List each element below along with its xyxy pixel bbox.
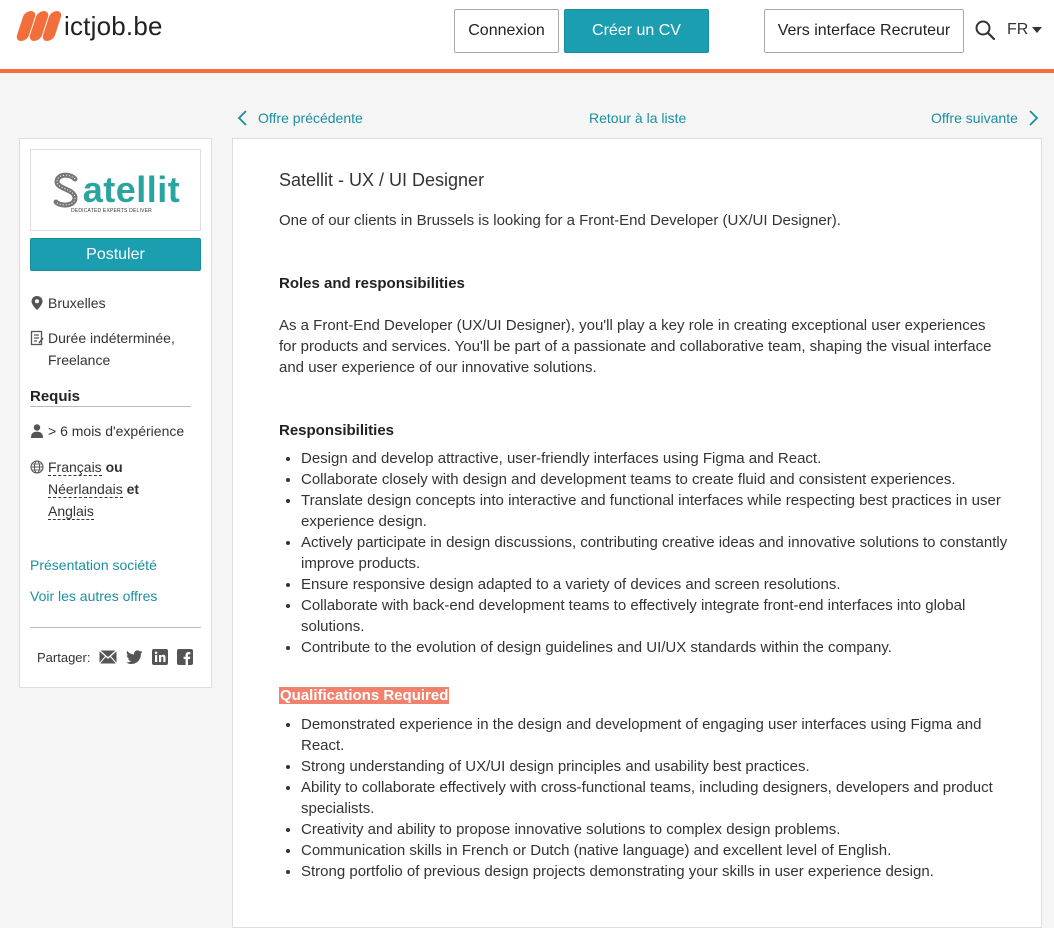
top-header: ictjob.be Connexion Créer un CV Vers int… bbox=[0, 0, 1054, 73]
language-english[interactable]: Anglais bbox=[48, 503, 94, 520]
list-item: Collaborate closely with design and deve… bbox=[301, 469, 1021, 490]
roles-text: As a Front-End Developer (UX/UI Designer… bbox=[279, 317, 992, 376]
list-item: Strong understanding of UX/UI design pri… bbox=[301, 756, 1021, 777]
contract-line-2: Freelance bbox=[48, 352, 111, 368]
language-french[interactable]: Français bbox=[48, 459, 102, 476]
linkedin-icon[interactable] bbox=[152, 649, 169, 665]
experience-text: > 6 mois d'expérience bbox=[48, 423, 185, 439]
next-offer-link[interactable]: Offre suivante bbox=[931, 110, 1040, 126]
contract-line-1: Durée indéterminée, bbox=[48, 330, 175, 346]
site-logo[interactable]: ictjob.be bbox=[15, 8, 163, 44]
list-item: Actively participate in design discussio… bbox=[301, 532, 1021, 574]
roles-heading: Roles and responsibilities bbox=[279, 275, 465, 292]
list-item: Contribute to the evolution of design gu… bbox=[301, 637, 1021, 658]
qualifications-list: Demonstrated experience in the design an… bbox=[279, 714, 1021, 882]
and-label: et bbox=[126, 481, 140, 497]
responsibilities-heading: Responsibilities bbox=[279, 422, 395, 439]
list-item: Creativity and ability to propose innova… bbox=[301, 819, 1021, 840]
location-text: Bruxelles bbox=[48, 295, 106, 311]
sidebar-divider bbox=[30, 627, 201, 628]
map-pin-icon bbox=[31, 296, 43, 310]
requirements-heading: Requis bbox=[30, 388, 191, 407]
job-title: Satellit - UX / UI Designer bbox=[279, 170, 485, 190]
other-offers-link[interactable]: Voir les autres offres bbox=[30, 588, 157, 604]
email-icon[interactable] bbox=[99, 650, 118, 664]
chevron-right-icon bbox=[1029, 110, 1039, 126]
languages-text: Français ou Néerlandais et Anglais bbox=[48, 456, 139, 522]
next-offer-label: Offre suivante bbox=[931, 110, 1018, 126]
logo-text: ictjob.be bbox=[64, 10, 163, 41]
company-logo-text: atellit bbox=[82, 169, 181, 210]
list-item: Collaborate with back-end development te… bbox=[301, 595, 1021, 637]
qualifications-heading: Qualifications Required bbox=[279, 687, 450, 704]
share-label: Partager: bbox=[37, 649, 91, 665]
list-item: Ability to collaborate effectively with … bbox=[301, 777, 1021, 819]
location-row: Bruxelles bbox=[30, 292, 106, 314]
languages-row: Français ou Néerlandais et Anglais bbox=[30, 456, 139, 522]
back-to-list-label: Retour à la liste bbox=[589, 110, 687, 126]
list-item: Strong portfolio of previous design proj… bbox=[301, 861, 1021, 882]
globe-icon bbox=[30, 460, 44, 474]
share-row: Partager: bbox=[37, 649, 194, 665]
contract-row: Durée indéterminée, Freelance bbox=[30, 327, 175, 371]
list-item: Communication skills in French or Dutch … bbox=[301, 840, 1021, 861]
login-button[interactable]: Connexion bbox=[454, 9, 559, 53]
responsibilities-list: Design and develop attractive, user-frie… bbox=[279, 448, 1021, 658]
twitter-icon[interactable] bbox=[126, 650, 143, 664]
list-item: Design and develop attractive, user-frie… bbox=[301, 448, 1021, 469]
job-intro: One of our clients in Brussels is lookin… bbox=[279, 212, 841, 229]
fingerprint-s-icon bbox=[53, 172, 78, 208]
recruiter-interface-button[interactable]: Vers interface Recruteur bbox=[764, 9, 964, 53]
search-icon[interactable] bbox=[975, 20, 995, 40]
previous-offer-label: Offre précédente bbox=[258, 110, 363, 126]
or-label: ou bbox=[105, 459, 123, 475]
create-cv-button[interactable]: Créer un CV bbox=[564, 9, 709, 53]
chevron-down-icon bbox=[1032, 27, 1043, 33]
language-label: FR bbox=[1007, 21, 1029, 38]
contract-text: Durée indéterminée, Freelance bbox=[48, 327, 175, 371]
company-logo[interactable]: atellit DEDICATED EXPERTS DELIVER bbox=[30, 149, 201, 231]
back-to-list-link[interactable]: Retour à la liste bbox=[589, 110, 686, 126]
logo-mark-icon bbox=[15, 9, 63, 43]
qualifications-heading-text: Qualifications Required bbox=[279, 687, 450, 704]
company-logo-tagline: DEDICATED EXPERTS DELIVER bbox=[71, 208, 152, 214]
user-icon bbox=[31, 424, 43, 438]
language-dutch[interactable]: Néerlandais bbox=[48, 481, 123, 498]
language-selector[interactable]: FR bbox=[1007, 21, 1043, 39]
list-item: Translate design concepts into interacti… bbox=[301, 490, 1021, 532]
facebook-icon[interactable] bbox=[177, 649, 194, 665]
list-item: Ensure responsive design adapted to a va… bbox=[301, 574, 1021, 595]
job-description-card: Satellit - UX / UI Designer One of our c… bbox=[232, 138, 1042, 928]
job-sidebar: atellit DEDICATED EXPERTS DELIVER Postul… bbox=[19, 138, 212, 688]
list-item: Demonstrated experience in the design an… bbox=[301, 714, 1021, 756]
previous-offer-link[interactable]: Offre précédente bbox=[236, 110, 363, 126]
apply-button[interactable]: Postuler bbox=[30, 238, 201, 271]
company-presentation-link[interactable]: Présentation société bbox=[30, 557, 157, 573]
experience-row: > 6 mois d'expérience bbox=[30, 420, 184, 442]
chevron-left-icon bbox=[237, 110, 247, 126]
contract-document-icon bbox=[30, 330, 44, 346]
